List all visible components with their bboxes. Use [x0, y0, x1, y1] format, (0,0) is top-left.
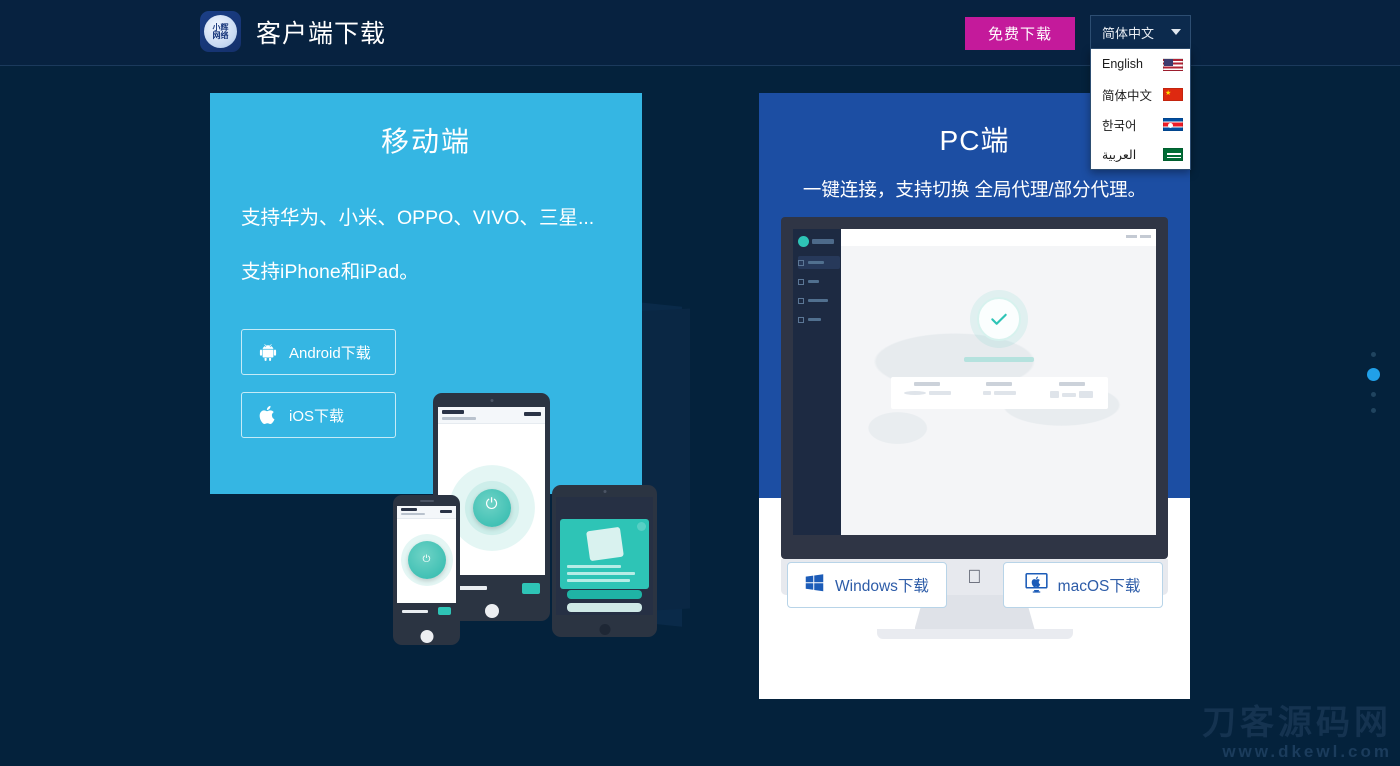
desktop-app-screenshot — [793, 229, 1156, 535]
android-download-button[interactable]: Android下载 — [241, 329, 396, 375]
language-option-label: 简体中文 — [1102, 88, 1153, 103]
brand[interactable]: 小辉 网络 客户端下载 — [200, 11, 386, 52]
macos-download-button[interactable]: macOS下载 — [1002, 562, 1163, 608]
carousel-dot-4[interactable] — [1371, 408, 1376, 413]
language-option-korean[interactable]: 한국어 — [1091, 109, 1190, 139]
pc-download-card: PC端 一键连接，支持切换 全局代理/部分代理。 Windows下载 macOS… — [759, 93, 1190, 699]
tablet-modal-mockup — [552, 485, 657, 637]
windows-download-button[interactable]: Windows下载 — [786, 562, 947, 608]
apple-icon — [258, 404, 278, 426]
brand-logo-line2: 网络 — [212, 30, 229, 40]
language-option-label: 한국어 — [1102, 118, 1137, 133]
flag-cn-icon — [1163, 87, 1183, 101]
home-button-icon — [420, 630, 433, 643]
app-status-panel — [891, 377, 1108, 409]
chevron-down-icon — [1171, 29, 1181, 35]
connected-check-icon — [976, 297, 1021, 341]
page-title: 客户端下载 — [256, 19, 387, 48]
modal-secondary-button — [567, 603, 642, 612]
carousel-dot-1[interactable] — [1371, 352, 1376, 357]
home-button-icon — [484, 604, 499, 618]
ios-download-button[interactable]: iOS下载 — [241, 392, 396, 438]
app-modal — [560, 519, 649, 612]
language-option-arabic[interactable]: العربية — [1091, 139, 1190, 169]
language-dropdown-menu[interactable]: English 简体中文 한국어 العربية — [1090, 49, 1191, 170]
pc-card-subtitle: 一键连接，支持切换 全局代理/部分代理。 — [802, 179, 1147, 200]
flag-us-icon — [1163, 57, 1183, 71]
android-download-label: Android下载 — [289, 344, 371, 362]
language-selected-label: 简体中文 — [1102, 25, 1155, 41]
power-icon: ⏻ — [485, 495, 498, 513]
phone-mockup: ⏻ — [393, 495, 460, 645]
mobile-card-desc-2: 支持iPhone和iPad。 — [241, 261, 419, 283]
language-selector-button[interactable]: 简体中文 — [1090, 15, 1191, 49]
android-icon — [258, 342, 278, 362]
camera-icon — [603, 490, 606, 493]
brand-logo-icon: 小辉 网络 — [200, 11, 241, 52]
windows-download-label: Windows下载 — [835, 578, 929, 595]
flag-sa-icon — [1163, 147, 1183, 161]
power-icon: ⏻ — [422, 554, 431, 566]
free-download-button[interactable]: 免费下载 — [965, 17, 1075, 50]
carousel-indicators[interactable] — [1367, 352, 1380, 413]
devices-mockup-image: ⏻ ⏻ — [390, 385, 680, 650]
language-option-label: العربية — [1102, 147, 1137, 162]
windows-icon — [804, 572, 825, 598]
imac-icon — [1025, 572, 1048, 598]
language-option-chinese[interactable]: 简体中文 — [1091, 79, 1190, 109]
app-logo-icon — [798, 236, 809, 247]
mobile-card-desc-1: 支持华为、小米、OPPO、VIVO、三星... — [241, 207, 595, 229]
speaker-icon — [419, 500, 434, 502]
imac-stand-base — [876, 629, 1073, 639]
language-selector[interactable]: 简体中文 English 简体中文 한국어 العربية — [1090, 15, 1191, 170]
modal-primary-button — [567, 590, 642, 599]
pc-download-buttons: Windows下载 macOS下载 — [759, 562, 1190, 608]
watermark: 刀客源码网 www.dkewl.com — [1202, 703, 1392, 762]
language-option-label: English — [1102, 57, 1143, 71]
close-icon — [637, 522, 646, 531]
flag-kp-icon — [1163, 117, 1183, 131]
home-button-icon — [599, 624, 610, 635]
app-sidebar — [793, 229, 841, 535]
carousel-dot-2[interactable] — [1367, 368, 1380, 381]
carousel-dot-3[interactable] — [1371, 392, 1376, 397]
language-option-english[interactable]: English — [1091, 49, 1190, 79]
camera-icon — [490, 399, 493, 402]
watermark-url: www.dkewl.com — [1222, 741, 1392, 761]
macos-download-label: macOS下载 — [1057, 578, 1141, 595]
phone-illustration-icon — [585, 526, 624, 562]
ios-download-label: iOS下载 — [289, 407, 345, 425]
download-page: 小辉 网络 客户端下载 免费下载 简体中文 English 简体中文 ★ 한국어… — [0, 0, 1400, 766]
site-header: 小辉 网络 客户端下载 免费下载 简体中文 English 简体中文 ★ 한국어… — [0, 0, 1400, 170]
watermark-title: 刀客源码网 — [1202, 703, 1392, 742]
mobile-card-title: 移动端 — [380, 126, 471, 157]
